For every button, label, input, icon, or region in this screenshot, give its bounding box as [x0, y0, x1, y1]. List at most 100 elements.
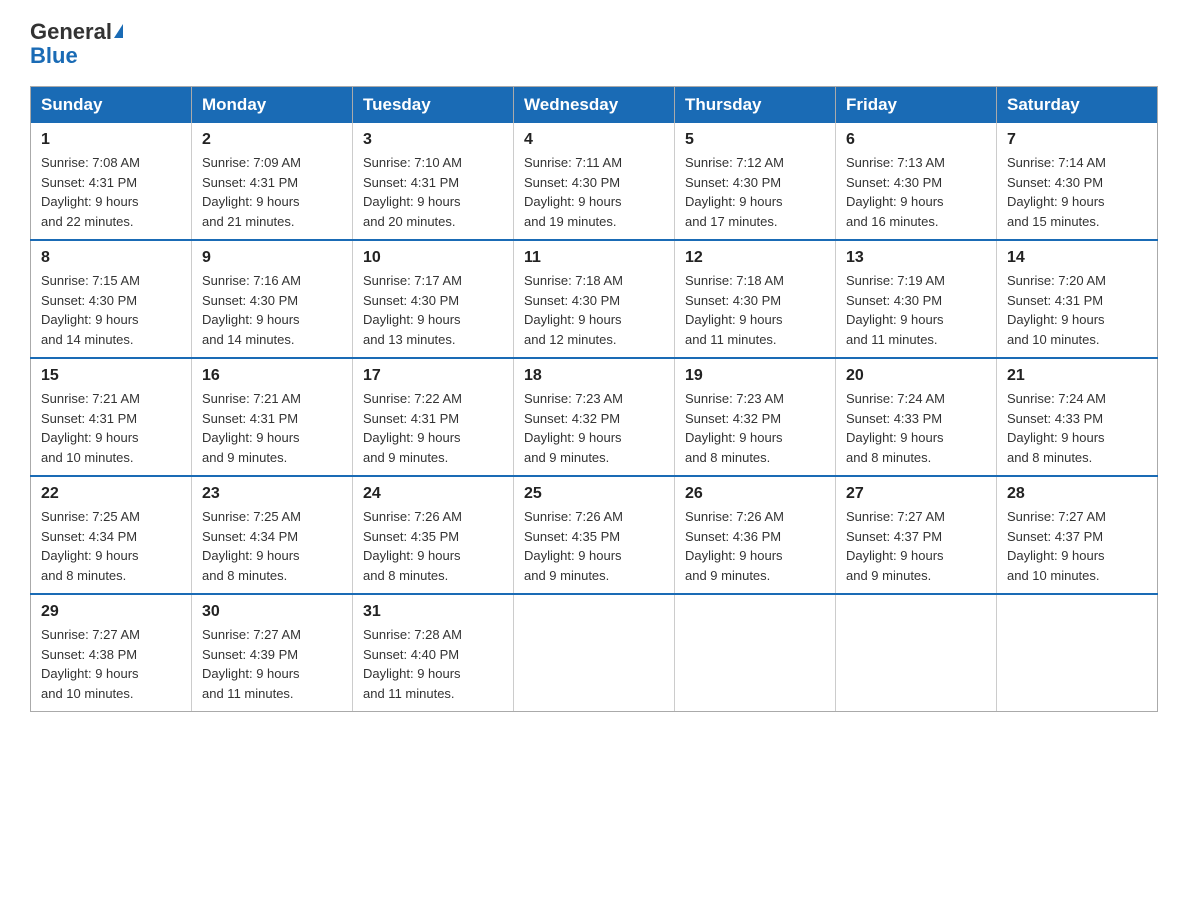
day-number: 22: [41, 485, 181, 503]
day-number: 30: [202, 603, 342, 621]
day-info: Sunrise: 7:27 AMSunset: 4:38 PMDaylight:…: [41, 625, 181, 703]
day-info: Sunrise: 7:20 AMSunset: 4:31 PMDaylight:…: [1007, 271, 1147, 349]
day-info: Sunrise: 7:09 AMSunset: 4:31 PMDaylight:…: [202, 153, 342, 231]
day-info: Sunrise: 7:18 AMSunset: 4:30 PMDaylight:…: [685, 271, 825, 349]
day-number: 18: [524, 367, 664, 385]
calendar-day-cell: 24Sunrise: 7:26 AMSunset: 4:35 PMDayligh…: [353, 476, 514, 594]
day-number: 21: [1007, 367, 1147, 385]
calendar-day-cell: 19 Sunrise: 7:23 AMSunset: 4:32 PMDayligh…: [675, 358, 836, 476]
day-number: 25: [524, 485, 664, 503]
day-number: 28: [1007, 485, 1147, 503]
calendar-day-cell: 13 Sunrise: 7:19 AMSunset: 4:30 PMDayligh…: [836, 240, 997, 358]
day-info: Sunrise: 7:25 AMSunset: 4:34 PMDaylight:…: [41, 507, 181, 585]
day-info: Sunrise: 7:23 AMSunset: 4:32 PMDaylight:…: [524, 389, 664, 467]
calendar-day-cell: 2 Sunrise: 7:09 AMSunset: 4:31 PMDaylight…: [192, 123, 353, 240]
day-number: 6: [846, 131, 986, 149]
calendar-day-cell: 1Sunrise: 7:08 AMSunset: 4:31 PMDaylight…: [31, 123, 192, 240]
day-info: Sunrise: 7:24 AMSunset: 4:33 PMDaylight:…: [1007, 389, 1147, 467]
day-number: 5: [685, 131, 825, 149]
calendar-day-cell: 21 Sunrise: 7:24 AMSunset: 4:33 PMDayligh…: [997, 358, 1158, 476]
calendar-day-cell: 11 Sunrise: 7:18 AMSunset: 4:30 PMDayligh…: [514, 240, 675, 358]
day-number: 7: [1007, 131, 1147, 149]
day-number: 19: [685, 367, 825, 385]
day-info: Sunrise: 7:24 AMSunset: 4:33 PMDaylight:…: [846, 389, 986, 467]
day-of-week-header: Tuesday: [353, 87, 514, 124]
calendar-day-cell: 31Sunrise: 7:28 AMSunset: 4:40 PMDayligh…: [353, 594, 514, 712]
day-number: 15: [41, 367, 181, 385]
calendar-day-cell: [836, 594, 997, 712]
day-of-week-header: Sunday: [31, 87, 192, 124]
calendar-week-row: 1Sunrise: 7:08 AMSunset: 4:31 PMDaylight…: [31, 123, 1158, 240]
calendar-day-cell: 23Sunrise: 7:25 AMSunset: 4:34 PMDayligh…: [192, 476, 353, 594]
logo-triangle-icon: [114, 24, 123, 38]
day-info: Sunrise: 7:27 AMSunset: 4:39 PMDaylight:…: [202, 625, 342, 703]
day-number: 9: [202, 249, 342, 267]
calendar-day-cell: 30 Sunrise: 7:27 AMSunset: 4:39 PMDayligh…: [192, 594, 353, 712]
day-number: 11: [524, 249, 664, 267]
day-info: Sunrise: 7:18 AMSunset: 4:30 PMDaylight:…: [524, 271, 664, 349]
calendar-table: SundayMondayTuesdayWednesdayThursdayFrid…: [30, 86, 1158, 712]
day-info: Sunrise: 7:21 AMSunset: 4:31 PMDaylight:…: [202, 389, 342, 467]
calendar-day-cell: 6 Sunrise: 7:13 AMSunset: 4:30 PMDaylight…: [836, 123, 997, 240]
day-number: 14: [1007, 249, 1147, 267]
day-info: Sunrise: 7:26 AMSunset: 4:36 PMDaylight:…: [685, 507, 825, 585]
day-info: Sunrise: 7:11 AMSunset: 4:30 PMDaylight:…: [524, 153, 664, 231]
calendar-week-row: 15 Sunrise: 7:21 AMSunset: 4:31 PMDayligh…: [31, 358, 1158, 476]
calendar-day-cell: 26 Sunrise: 7:26 AMSunset: 4:36 PMDayligh…: [675, 476, 836, 594]
calendar-day-cell: 10Sunrise: 7:17 AMSunset: 4:30 PMDayligh…: [353, 240, 514, 358]
day-number: 26: [685, 485, 825, 503]
day-info: Sunrise: 7:08 AMSunset: 4:31 PMDaylight:…: [41, 153, 181, 231]
calendar-day-cell: 14 Sunrise: 7:20 AMSunset: 4:31 PMDayligh…: [997, 240, 1158, 358]
calendar-week-row: 22 Sunrise: 7:25 AMSunset: 4:34 PMDayligh…: [31, 476, 1158, 594]
day-info: Sunrise: 7:22 AMSunset: 4:31 PMDaylight:…: [363, 389, 503, 467]
day-info: Sunrise: 7:28 AMSunset: 4:40 PMDaylight:…: [363, 625, 503, 703]
day-number: 3: [363, 131, 503, 149]
calendar-week-row: 8Sunrise: 7:15 AMSunset: 4:30 PMDaylight…: [31, 240, 1158, 358]
day-number: 20: [846, 367, 986, 385]
calendar-day-cell: 5 Sunrise: 7:12 AMSunset: 4:30 PMDaylight…: [675, 123, 836, 240]
calendar-week-row: 29Sunrise: 7:27 AMSunset: 4:38 PMDayligh…: [31, 594, 1158, 712]
logo-general: General: [30, 19, 112, 44]
day-info: Sunrise: 7:19 AMSunset: 4:30 PMDaylight:…: [846, 271, 986, 349]
calendar-day-cell: 17Sunrise: 7:22 AMSunset: 4:31 PMDayligh…: [353, 358, 514, 476]
day-of-week-header: Monday: [192, 87, 353, 124]
calendar-day-cell: 18 Sunrise: 7:23 AMSunset: 4:32 PMDayligh…: [514, 358, 675, 476]
page-header: General Blue: [30, 20, 1158, 68]
day-info: Sunrise: 7:16 AMSunset: 4:30 PMDaylight:…: [202, 271, 342, 349]
calendar-day-cell: 7 Sunrise: 7:14 AMSunset: 4:30 PMDaylight…: [997, 123, 1158, 240]
day-number: 2: [202, 131, 342, 149]
day-info: Sunrise: 7:23 AMSunset: 4:32 PMDaylight:…: [685, 389, 825, 467]
day-info: Sunrise: 7:10 AMSunset: 4:31 PMDaylight:…: [363, 153, 503, 231]
calendar-day-cell: 15 Sunrise: 7:21 AMSunset: 4:31 PMDayligh…: [31, 358, 192, 476]
day-of-week-header: Friday: [836, 87, 997, 124]
day-info: Sunrise: 7:13 AMSunset: 4:30 PMDaylight:…: [846, 153, 986, 231]
day-info: Sunrise: 7:25 AMSunset: 4:34 PMDaylight:…: [202, 507, 342, 585]
day-number: 13: [846, 249, 986, 267]
day-info: Sunrise: 7:21 AMSunset: 4:31 PMDaylight:…: [41, 389, 181, 467]
calendar-day-cell: [997, 594, 1158, 712]
calendar-day-cell: 16 Sunrise: 7:21 AMSunset: 4:31 PMDayligh…: [192, 358, 353, 476]
calendar-day-cell: 8Sunrise: 7:15 AMSunset: 4:30 PMDaylight…: [31, 240, 192, 358]
day-of-week-header: Saturday: [997, 87, 1158, 124]
day-info: Sunrise: 7:26 AMSunset: 4:35 PMDaylight:…: [524, 507, 664, 585]
logo-text: General Blue: [30, 20, 123, 68]
day-of-week-header: Wednesday: [514, 87, 675, 124]
day-number: 12: [685, 249, 825, 267]
calendar-day-cell: 12 Sunrise: 7:18 AMSunset: 4:30 PMDayligh…: [675, 240, 836, 358]
day-number: 27: [846, 485, 986, 503]
day-info: Sunrise: 7:26 AMSunset: 4:35 PMDaylight:…: [363, 507, 503, 585]
day-number: 4: [524, 131, 664, 149]
logo-blue: Blue: [30, 43, 78, 68]
day-info: Sunrise: 7:14 AMSunset: 4:30 PMDaylight:…: [1007, 153, 1147, 231]
logo: General Blue: [30, 20, 123, 68]
calendar-day-cell: 25 Sunrise: 7:26 AMSunset: 4:35 PMDayligh…: [514, 476, 675, 594]
calendar-day-cell: [675, 594, 836, 712]
day-info: Sunrise: 7:12 AMSunset: 4:30 PMDaylight:…: [685, 153, 825, 231]
day-info: Sunrise: 7:27 AMSunset: 4:37 PMDaylight:…: [1007, 507, 1147, 585]
calendar-day-cell: 27 Sunrise: 7:27 AMSunset: 4:37 PMDayligh…: [836, 476, 997, 594]
day-info: Sunrise: 7:15 AMSunset: 4:30 PMDaylight:…: [41, 271, 181, 349]
day-number: 16: [202, 367, 342, 385]
day-info: Sunrise: 7:27 AMSunset: 4:37 PMDaylight:…: [846, 507, 986, 585]
day-info: Sunrise: 7:17 AMSunset: 4:30 PMDaylight:…: [363, 271, 503, 349]
calendar-day-cell: 29Sunrise: 7:27 AMSunset: 4:38 PMDayligh…: [31, 594, 192, 712]
